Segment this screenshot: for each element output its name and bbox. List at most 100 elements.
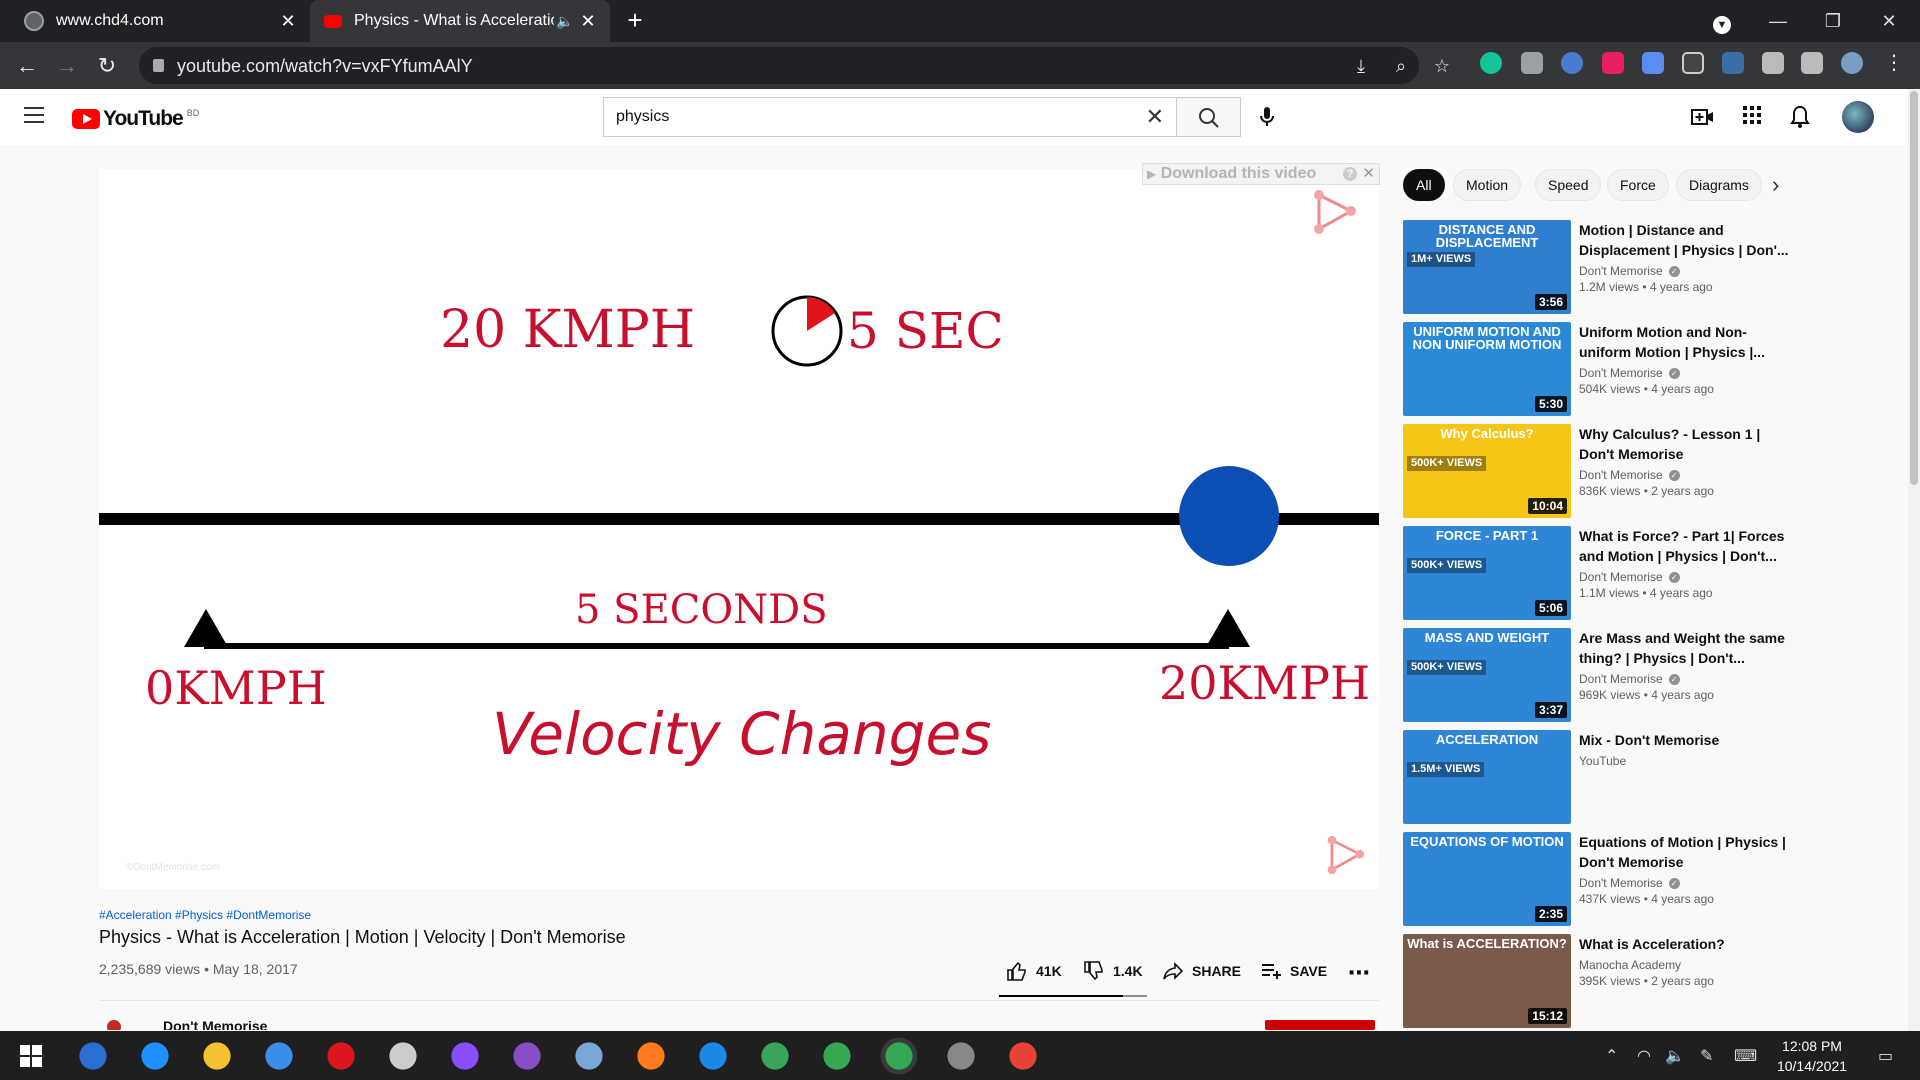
- mail-icon[interactable]: [265, 1042, 293, 1070]
- recommendation-channel[interactable]: Don't Memorise: [1579, 366, 1663, 380]
- close-icon[interactable]: ✕: [578, 11, 598, 31]
- chip-diagrams[interactable]: Diagrams: [1676, 169, 1762, 201]
- scrollbar[interactable]: [1908, 89, 1920, 1031]
- play-extension-icon[interactable]: [1602, 52, 1624, 74]
- hashtags[interactable]: #Acceleration #Physics #DontMemorise: [99, 908, 311, 922]
- chip-speed[interactable]: Speed: [1535, 169, 1602, 201]
- explorer-icon[interactable]: [203, 1042, 231, 1070]
- recommendation-title[interactable]: Uniform Motion and Non-uniform Motion | …: [1579, 322, 1789, 362]
- recommendation-item[interactable]: UNIFORM MOTION AND NON UNIFORM MOTION 5:3…: [1403, 322, 1883, 416]
- reload-icon[interactable]: ↻: [92, 51, 122, 81]
- start-icon[interactable]: [14, 1039, 48, 1073]
- profile-icon[interactable]: [1841, 52, 1863, 74]
- video-thumbnail[interactable]: What is ACCELERATION? 15:12: [1403, 934, 1571, 1028]
- recommendation-channel[interactable]: Don't Memorise: [1579, 570, 1663, 584]
- help-icon[interactable]: ?: [1343, 167, 1357, 181]
- clear-search-icon[interactable]: ✕: [1146, 104, 1164, 130]
- channel-watermark-icon[interactable]: [1311, 189, 1357, 235]
- messenger-icon[interactable]: [451, 1042, 479, 1070]
- menu-icon[interactable]: ⋮: [1884, 52, 1904, 74]
- recommendation-item[interactable]: Why Calculus? 500K+ VIEWS 10:04 Why Calculu…: [1403, 424, 1883, 518]
- vscode-icon[interactable]: [699, 1042, 727, 1070]
- recommendation-channel[interactable]: Don't Memorise: [1579, 876, 1663, 890]
- video-thumbnail[interactable]: UNIFORM MOTION AND NON UNIFORM MOTION 5:3…: [1403, 322, 1571, 416]
- recommendation-item[interactable]: What is ACCELERATION? 15:12 What is Accele…: [1403, 934, 1883, 1028]
- globe-icon[interactable]: [761, 1042, 789, 1070]
- recommendation-channel[interactable]: Don't Memorise: [1579, 468, 1663, 482]
- close-window-icon[interactable]: ✕: [1874, 6, 1904, 36]
- recommendation-channel[interactable]: Don't Memorise: [1579, 264, 1663, 278]
- recommendation-channel[interactable]: Don't Memorise: [1579, 672, 1663, 686]
- chrome-icon[interactable]: [823, 1042, 851, 1070]
- github-icon[interactable]: [513, 1042, 541, 1070]
- download-extension-icon[interactable]: [1642, 52, 1664, 74]
- search-button[interactable]: [1177, 97, 1241, 137]
- speaker-icon[interactable]: 🔈: [556, 13, 573, 30]
- recommendation-channel[interactable]: Manocha Academy: [1579, 958, 1681, 972]
- recommendation-item[interactable]: ACCELERATION 1.5M+ VIEWS Mix - Don't Memor…: [1403, 730, 1883, 824]
- download-video-bar[interactable]: ▶ Download this video ? ✕: [1142, 163, 1380, 185]
- extension-icon[interactable]: [1682, 52, 1704, 74]
- edge-icon[interactable]: [141, 1042, 169, 1070]
- forward-icon[interactable]: →: [52, 51, 82, 81]
- channel-name[interactable]: Don't Memorise: [163, 1018, 267, 1030]
- apps-grid-icon[interactable]: [1740, 105, 1764, 129]
- close-icon[interactable]: ✕: [1362, 164, 1375, 184]
- channel-watermark-icon[interactable]: [1325, 835, 1365, 875]
- minimize-icon[interactable]: —: [1763, 6, 1793, 36]
- recommendation-title[interactable]: Mix - Don't Memorise: [1579, 730, 1789, 750]
- volume-icon[interactable]: 🔈: [1665, 1046, 1685, 1066]
- tab-search-icon[interactable]: ▼: [1707, 7, 1737, 37]
- recommendation-title[interactable]: What is Force? - Part 1| Forces and Moti…: [1579, 526, 1789, 566]
- close-icon[interactable]: ✕: [278, 11, 298, 31]
- youtube-logo[interactable]: YouTube BD: [72, 107, 199, 131]
- avatar[interactable]: [1842, 101, 1874, 133]
- back-icon[interactable]: ←: [12, 51, 42, 81]
- video-thumbnail[interactable]: MASS AND WEIGHT 500K+ VIEWS 3:37: [1403, 628, 1571, 722]
- chrome-2-icon[interactable]: [1009, 1042, 1037, 1070]
- keyboard-icon[interactable]: ⌨: [1734, 1046, 1757, 1066]
- satellite-icon[interactable]: [389, 1042, 417, 1070]
- pen-icon[interactable]: ✎: [1700, 1046, 1713, 1066]
- chevron-up-icon[interactable]: ⌃: [1605, 1046, 1618, 1066]
- address-bar[interactable]: youtube.com/watch?v=vxFYfumAAlY ⤓ ⌕ ☆: [139, 47, 1450, 84]
- wifi-icon[interactable]: ◠: [1637, 1046, 1651, 1066]
- chip-motion[interactable]: Motion: [1453, 169, 1522, 201]
- video-thumbnail[interactable]: DISTANCE AND DISPLACEMENT 1M+ VIEWS 3:56: [1403, 220, 1571, 314]
- recommendation-item[interactable]: DISTANCE AND DISPLACEMENT 1M+ VIEWS 3:56 Mo…: [1403, 220, 1883, 314]
- video-thumbnail[interactable]: EQUATIONS OF MOTION 2:35: [1403, 832, 1571, 926]
- dislike-button[interactable]: 1.4K: [1083, 960, 1143, 982]
- opera-icon[interactable]: [327, 1042, 355, 1070]
- save-button[interactable]: SAVE: [1260, 960, 1327, 982]
- recommendation-title[interactable]: What is Acceleration?: [1579, 934, 1789, 954]
- scrollbar-thumb[interactable]: [1910, 91, 1918, 485]
- restore-icon[interactable]: ❐: [1818, 6, 1848, 36]
- firefox-icon[interactable]: [637, 1042, 665, 1070]
- microphone-icon[interactable]: [1255, 105, 1279, 129]
- recommendation-title[interactable]: Motion | Distance and Displacement | Phy…: [1579, 220, 1789, 260]
- paint-icon[interactable]: [575, 1042, 603, 1070]
- video-thumbnail[interactable]: ACCELERATION 1.5M+ VIEWS: [1403, 730, 1571, 824]
- recommendation-title[interactable]: Why Calculus? - Lesson 1 | Don't Memoris…: [1579, 424, 1789, 464]
- star-icon[interactable]: ☆: [1431, 55, 1453, 77]
- like-button[interactable]: 41K: [1006, 960, 1062, 982]
- bell-icon[interactable]: [1788, 105, 1812, 129]
- channel-avatar[interactable]: [107, 1020, 121, 1030]
- recommendation-title[interactable]: Equations of Motion | Physics | Don't Me…: [1579, 832, 1789, 872]
- camera-icon[interactable]: [1521, 52, 1543, 74]
- chevron-right-icon[interactable]: ›: [1772, 172, 1779, 198]
- pen-icon[interactable]: [1722, 52, 1744, 74]
- chip-force[interactable]: Force: [1607, 169, 1669, 201]
- video-player[interactable]: 20 KMPH 5 SEC 5 SECONDS 0KMPH 20KMPH Vel…: [99, 169, 1379, 889]
- chrome-active-icon[interactable]: [885, 1042, 913, 1070]
- new-tab-button[interactable]: +: [622, 7, 648, 34]
- qb-icon[interactable]: [79, 1042, 107, 1070]
- reading-list-icon[interactable]: [1801, 52, 1823, 74]
- subscribe-button[interactable]: [1265, 1020, 1375, 1030]
- taskbar-clock[interactable]: 12:08 PM 10/14/2021: [1762, 1036, 1862, 1076]
- recommendation-item[interactable]: MASS AND WEIGHT 500K+ VIEWS 3:37 Are Mass a…: [1403, 628, 1883, 722]
- chip-all[interactable]: All: [1403, 169, 1445, 201]
- extension-icon[interactable]: [1561, 52, 1583, 74]
- notification-icon[interactable]: ▭: [1878, 1046, 1893, 1066]
- more-actions-icon[interactable]: ⋯: [1348, 960, 1370, 986]
